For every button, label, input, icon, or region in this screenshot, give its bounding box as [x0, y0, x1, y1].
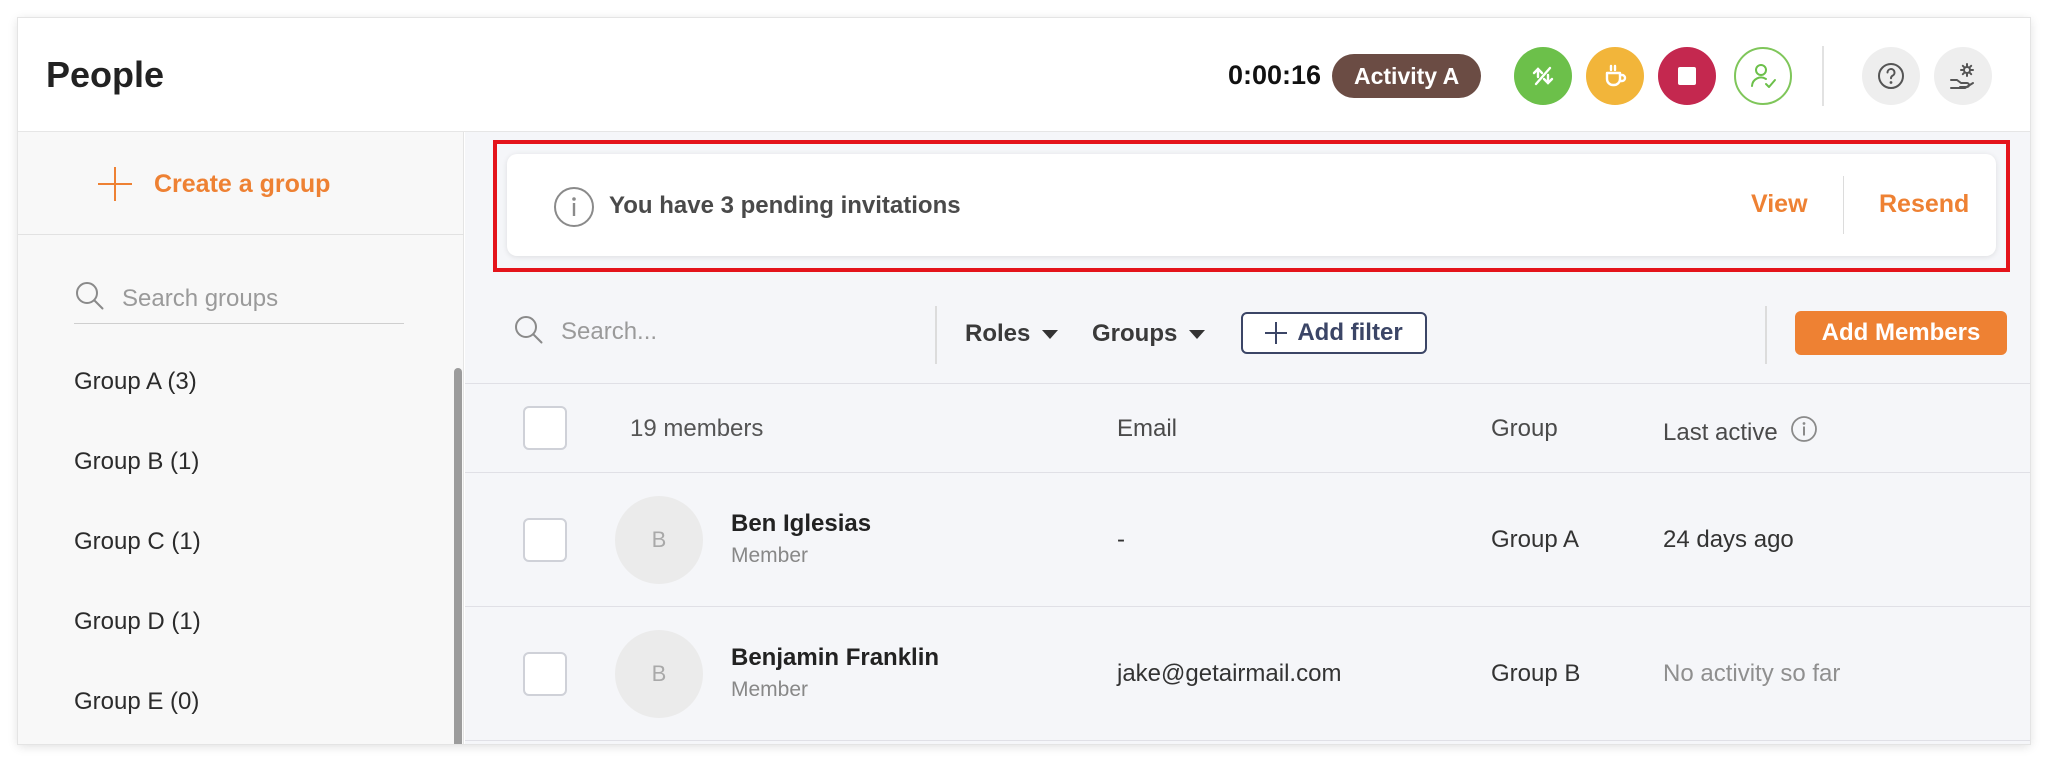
group-column-header[interactable]: Group	[1491, 415, 1558, 443]
add-members-button[interactable]: Add Members	[1795, 311, 2007, 355]
sidebar-item-group-e[interactable]: Group E (0)	[74, 688, 201, 744]
search-icon	[74, 280, 106, 317]
search-members-input[interactable]	[561, 318, 861, 346]
member-group: Group A	[1491, 526, 1580, 553]
resend-invitations-link[interactable]: Resend	[1879, 190, 1969, 219]
member-name[interactable]: Benjamin Franklin	[731, 644, 939, 672]
search-members-field[interactable]	[513, 312, 861, 352]
caret-down-icon	[1189, 329, 1206, 339]
member-name[interactable]: Ben Iglesias	[731, 510, 871, 538]
add-filter-label: Add filter	[1297, 319, 1403, 346]
help-icon	[1875, 60, 1907, 92]
stop-icon	[1674, 63, 1700, 89]
members-toolbar: Roles Groups Add filter Add Members	[465, 280, 2030, 384]
settings-icon	[1947, 60, 1979, 92]
user-status-button[interactable]	[1734, 47, 1792, 105]
select-all-checkbox[interactable]	[523, 406, 567, 450]
break-button[interactable]	[1586, 47, 1644, 105]
settings-button[interactable]	[1934, 47, 1992, 105]
plus-icon	[1265, 322, 1288, 344]
sidebar-scrollbar[interactable]	[454, 368, 462, 744]
members-count: 19 members	[630, 415, 764, 442]
toolbar-divider	[935, 306, 937, 364]
member-role: Member	[731, 544, 809, 567]
last-active-label: Last active	[1663, 418, 1778, 446]
pending-invitations-banner: You have 3 pending invitations View Rese…	[507, 154, 1996, 256]
top-bar: People 0:00:16 Activity A	[18, 18, 2030, 132]
info-icon[interactable]	[1778, 415, 1818, 450]
member-group: Group B	[1491, 660, 1581, 687]
member-email: -	[1117, 526, 1125, 553]
info-icon	[553, 186, 595, 233]
banner-divider	[1843, 176, 1844, 234]
sidebar-divider	[18, 234, 464, 235]
groups-dropdown[interactable]: Groups	[1092, 320, 1206, 348]
create-group-button[interactable]: Create a group	[96, 164, 330, 204]
create-group-label: Create a group	[154, 169, 331, 198]
search-icon	[513, 314, 545, 351]
table-row[interactable]: B Ben Iglesias Member - Group A 24 days …	[465, 474, 2030, 607]
search-groups-input[interactable]	[122, 284, 382, 313]
member-email: jake@getairmail.com	[1117, 660, 1342, 687]
members-table-header: 19 members Email Group Last active	[465, 385, 2030, 473]
pending-invitations-text: You have 3 pending invitations	[609, 192, 961, 219]
email-column-header[interactable]: Email	[1117, 415, 1177, 443]
table-row[interactable]: B Benjamin Franklin Member jake@getairma…	[465, 608, 2030, 741]
group-list: Group A (3) Group B (1) Group C (1) Grou…	[74, 368, 201, 744]
stop-tracking-button[interactable]	[1658, 47, 1716, 105]
add-filter-button[interactable]: Add filter	[1241, 312, 1427, 354]
search-groups-field[interactable]	[74, 274, 404, 324]
roles-dropdown[interactable]: Roles	[965, 320, 1059, 348]
members-panel: You have 3 pending invitations View Rese…	[465, 132, 2030, 744]
switch-activity-button[interactable]	[1514, 47, 1572, 105]
current-activity-badge[interactable]: Activity A	[1332, 54, 1482, 98]
route-icon	[1528, 61, 1558, 91]
page-title: People	[46, 54, 165, 95]
last-active-column-header[interactable]: Last active	[1663, 415, 1818, 450]
roles-label: Roles	[965, 320, 1031, 347]
member-last-active: No activity so far	[1663, 660, 1841, 687]
view-invitations-link[interactable]: View	[1751, 190, 1808, 219]
app-window: People 0:00:16 Activity A Create a group…	[18, 18, 2030, 744]
avatar: B	[615, 630, 703, 718]
coffee-icon	[1600, 61, 1630, 91]
sidebar-item-group-b[interactable]: Group B (1)	[74, 448, 201, 528]
groups-label: Groups	[1092, 320, 1178, 347]
toolbar-divider	[1765, 306, 1767, 364]
caret-down-icon	[1042, 329, 1059, 339]
activity-timer: 0:00:16	[1228, 60, 1322, 90]
groups-sidebar: Create a group Group A (3) Group B (1) G…	[18, 132, 464, 744]
plus-icon	[96, 165, 134, 203]
row-checkbox[interactable]	[523, 518, 567, 562]
avatar: B	[615, 496, 703, 584]
user-check-icon	[1747, 60, 1779, 92]
sidebar-item-group-a[interactable]: Group A (3)	[74, 368, 201, 448]
member-role: Member	[731, 678, 809, 701]
sidebar-item-group-c[interactable]: Group C (1)	[74, 528, 201, 608]
header-divider	[1822, 46, 1824, 106]
row-checkbox[interactable]	[523, 652, 567, 696]
member-last-active: 24 days ago	[1663, 526, 1794, 553]
help-button[interactable]	[1862, 47, 1920, 105]
sidebar-item-group-d[interactable]: Group D (1)	[74, 608, 201, 688]
